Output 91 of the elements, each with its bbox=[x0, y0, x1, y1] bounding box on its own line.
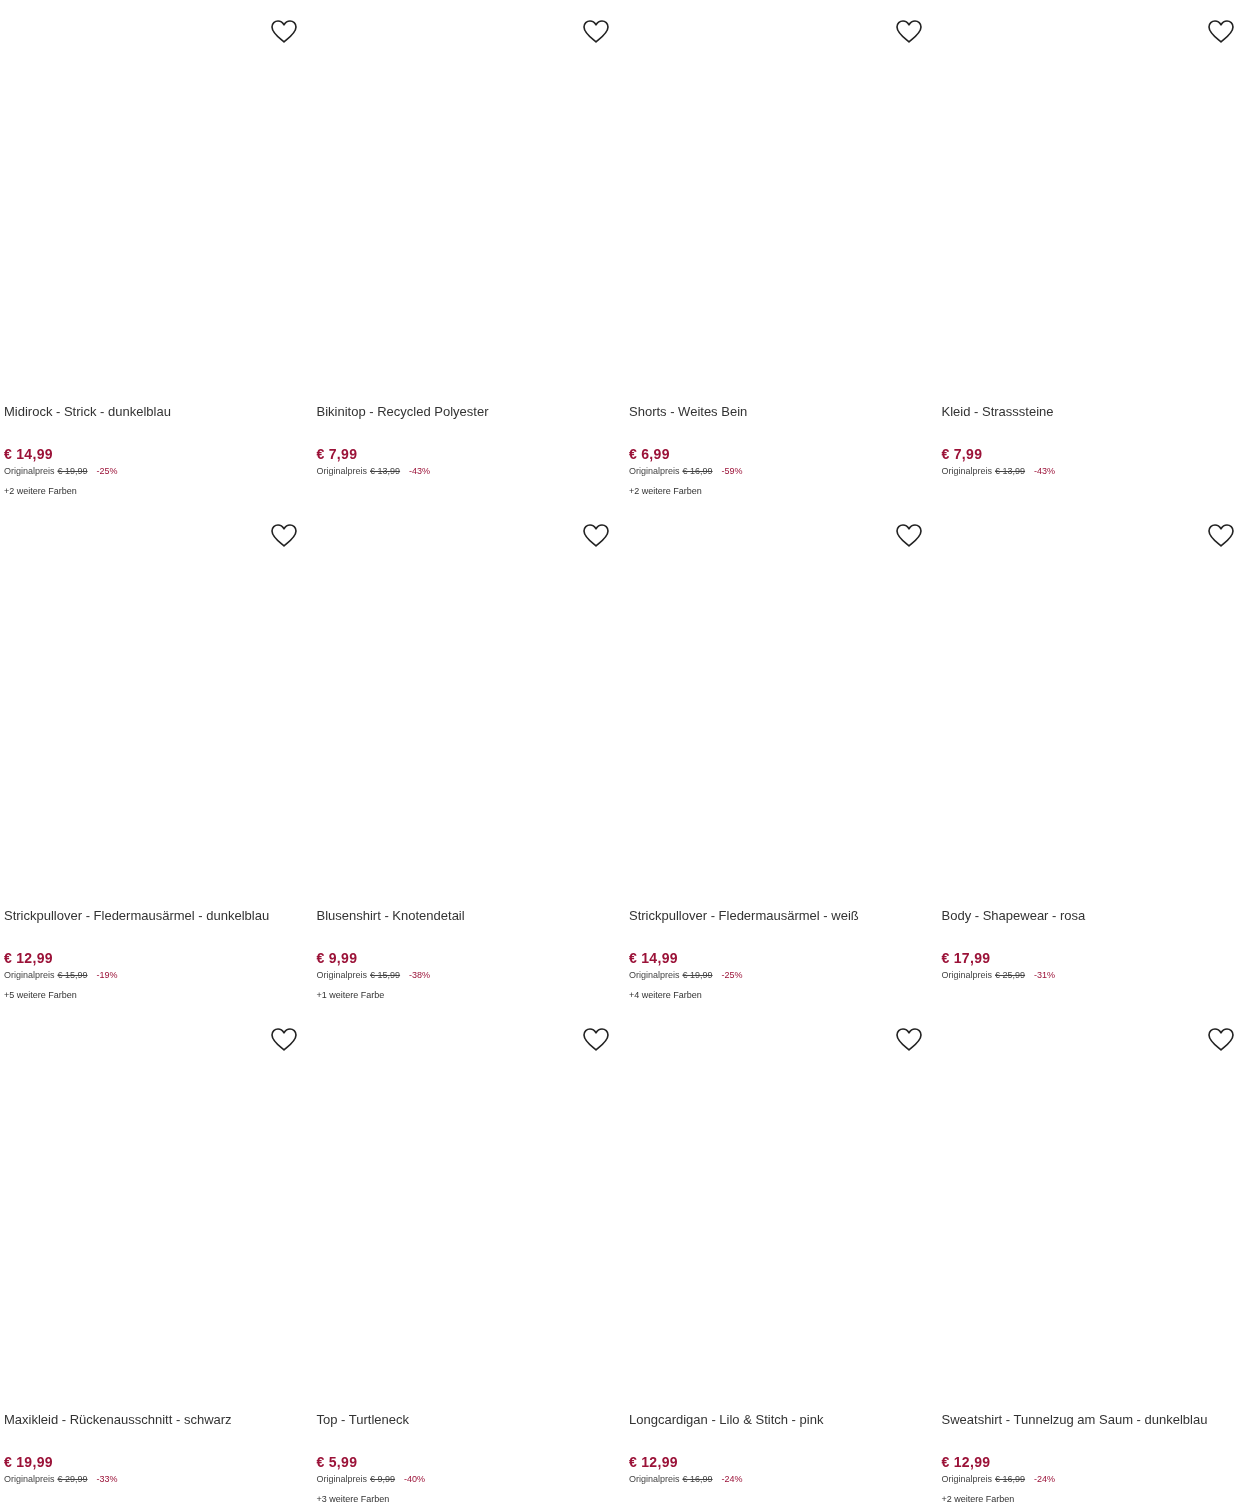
original-price: € 16,99 bbox=[682, 1474, 713, 1484]
product-title[interactable]: Top - Turtleneck bbox=[316, 1412, 409, 1427]
product-title[interactable]: Longcardigan - Lilo & Stitch - pink bbox=[629, 1412, 824, 1427]
product-title[interactable]: Shorts - Weites Bein bbox=[629, 404, 748, 419]
wishlist-button[interactable] bbox=[1207, 19, 1235, 44]
heart-icon bbox=[894, 1027, 923, 1052]
product-title[interactable]: Body - Shapewear - rosa bbox=[941, 908, 1086, 923]
more-colors-link[interactable]: +1 weitere Farbe bbox=[316, 990, 385, 1000]
sale-price: € 17,99 bbox=[941, 950, 991, 966]
heart-icon bbox=[582, 523, 610, 548]
product-title[interactable]: Strickpullover - Fledermausärmel - weiß bbox=[629, 908, 859, 923]
original-price: € 25,99 bbox=[995, 970, 1026, 980]
original-price-label: Originalpreis bbox=[629, 1474, 680, 1484]
original-price-label: Originalpreis bbox=[4, 466, 55, 476]
sale-price: € 12,99 bbox=[629, 1454, 678, 1470]
product-title[interactable]: Blusenshirt - Knotendetail bbox=[316, 908, 465, 923]
original-price-label: Originalpreis bbox=[4, 970, 55, 980]
original-price: € 15,99 bbox=[57, 970, 88, 980]
original-price-label: Originalpreis bbox=[941, 970, 993, 980]
wishlist-button[interactable] bbox=[582, 523, 610, 548]
heart-icon bbox=[582, 1027, 610, 1052]
wishlist-button[interactable] bbox=[269, 523, 298, 548]
original-price: € 16,99 bbox=[995, 1474, 1026, 1484]
heart-icon bbox=[582, 19, 610, 44]
heart-icon bbox=[1207, 19, 1235, 44]
sale-price: € 7,99 bbox=[941, 446, 983, 462]
product-title[interactable]: Bikinitop - Recycled Polyester bbox=[316, 404, 489, 419]
wishlist-button[interactable] bbox=[582, 1027, 610, 1052]
wishlist-button[interactable] bbox=[894, 523, 923, 548]
wishlist-button[interactable] bbox=[894, 1027, 923, 1052]
discount: -38% bbox=[409, 970, 431, 980]
sale-price: € 19,99 bbox=[4, 1454, 53, 1470]
original-price-label: Originalpreis bbox=[4, 1474, 55, 1484]
wishlist-button[interactable] bbox=[1207, 1027, 1235, 1052]
heart-icon bbox=[1207, 1027, 1235, 1052]
original-price: € 16,99 bbox=[682, 466, 713, 476]
original-price-label: Originalpreis bbox=[316, 970, 368, 980]
wishlist-button[interactable] bbox=[269, 19, 298, 44]
original-price: € 9,99 bbox=[370, 1474, 396, 1484]
wishlist-button[interactable] bbox=[269, 1027, 298, 1052]
more-colors-link[interactable]: +2 weitere Farben bbox=[941, 1494, 1015, 1504]
product-title[interactable]: Sweatshirt - Tunnelzug am Saum - dunkelblau bbox=[941, 1412, 1208, 1427]
product-title[interactable]: Kleid - Strasssteine bbox=[941, 404, 1054, 419]
more-colors-link[interactable]: +5 weitere Farben bbox=[4, 990, 77, 1000]
more-colors-link[interactable]: +2 weitere Farben bbox=[4, 486, 77, 496]
sale-price: € 9,99 bbox=[316, 950, 358, 966]
discount: -40% bbox=[404, 1474, 426, 1484]
discount: -33% bbox=[96, 1474, 118, 1484]
sale-price: € 14,99 bbox=[4, 446, 53, 462]
original-price-label: Originalpreis bbox=[629, 466, 680, 476]
discount: -25% bbox=[96, 466, 118, 476]
more-colors-link[interactable]: +4 weitere Farben bbox=[629, 990, 702, 1000]
sale-price: € 6,99 bbox=[629, 446, 670, 462]
wishlist-button[interactable] bbox=[1207, 523, 1235, 548]
heart-icon bbox=[269, 523, 298, 548]
sale-price: € 7,99 bbox=[316, 446, 358, 462]
product-title[interactable]: Maxikleid - Rückenausschnitt - schwarz bbox=[4, 1412, 232, 1427]
original-price: € 15,99 bbox=[370, 970, 401, 980]
original-price: € 29,99 bbox=[57, 1474, 88, 1484]
original-price-label: Originalpreis bbox=[316, 1474, 368, 1484]
heart-icon bbox=[269, 19, 298, 44]
more-colors-link[interactable]: +2 weitere Farben bbox=[629, 486, 702, 496]
heart-icon bbox=[269, 1027, 298, 1052]
original-price-label: Originalpreis bbox=[629, 970, 680, 980]
discount: -24% bbox=[1034, 1474, 1056, 1484]
heart-icon bbox=[1207, 523, 1235, 548]
original-price: € 13,99 bbox=[370, 466, 401, 476]
original-price-label: Originalpreis bbox=[941, 466, 993, 476]
sale-price: € 12,99 bbox=[4, 950, 53, 966]
discount: -43% bbox=[1034, 466, 1056, 476]
discount: -43% bbox=[409, 466, 431, 476]
heart-icon bbox=[894, 523, 923, 548]
discount: -24% bbox=[721, 1474, 743, 1484]
original-price: € 13,99 bbox=[995, 466, 1026, 476]
original-price: € 19,99 bbox=[682, 970, 713, 980]
wishlist-button[interactable] bbox=[582, 19, 610, 44]
original-price: € 19,99 bbox=[57, 466, 88, 476]
discount: -25% bbox=[721, 970, 743, 980]
sale-price: € 5,99 bbox=[316, 1454, 358, 1470]
original-price-label: Originalpreis bbox=[316, 466, 368, 476]
more-colors-link[interactable]: +3 weitere Farben bbox=[316, 1494, 390, 1504]
sale-price: € 12,99 bbox=[941, 1454, 991, 1470]
sale-price: € 14,99 bbox=[629, 950, 678, 966]
product-title[interactable]: Strickpullover - Fledermausärmel - dunkelblau bbox=[4, 908, 270, 923]
heart-icon bbox=[894, 19, 923, 44]
original-price-label: Originalpreis bbox=[941, 1474, 993, 1484]
discount: -19% bbox=[96, 970, 118, 980]
product-title[interactable]: Midirock - Strick - dunkelblau bbox=[4, 404, 171, 419]
discount: -59% bbox=[721, 466, 743, 476]
discount: -31% bbox=[1034, 970, 1056, 980]
wishlist-button[interactable] bbox=[894, 19, 923, 44]
